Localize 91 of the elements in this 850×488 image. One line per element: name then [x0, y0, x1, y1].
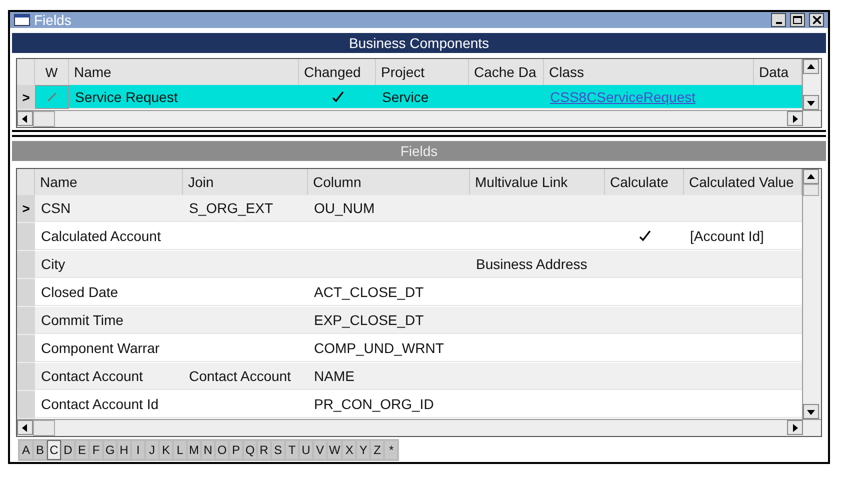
- scroll-up-button[interactable]: [803, 169, 819, 184]
- table-cell: S_ORG_EXT: [183, 195, 308, 222]
- checkmark-icon: [638, 230, 650, 242]
- scroll-left-button[interactable]: [17, 420, 33, 435]
- arrow-up-icon: [807, 62, 815, 70]
- splitter-bar[interactable]: [12, 130, 826, 137]
- corner-cell: [17, 59, 35, 85]
- table-cell: OU_NUM: [308, 195, 470, 222]
- arrow-left-icon: [21, 114, 29, 122]
- section-header: Business Components: [12, 33, 826, 53]
- table-cell: Service: [376, 85, 469, 109]
- letter-tab[interactable]: T: [285, 440, 299, 460]
- letter-tab[interactable]: X: [342, 440, 356, 460]
- letter-tab[interactable]: Z: [370, 440, 384, 460]
- letter-tab[interactable]: D: [61, 440, 75, 460]
- letter-tab[interactable]: I: [131, 440, 145, 460]
- column-header[interactable]: Class: [544, 59, 754, 85]
- arrow-up-icon: [807, 172, 815, 180]
- letter-tab[interactable]: B: [33, 440, 47, 460]
- vertical-scrollbar[interactable]: [802, 59, 821, 110]
- corner-cell: [17, 169, 35, 195]
- letter-tab[interactable]: *: [384, 440, 398, 460]
- scroll-down-button[interactable]: [803, 404, 819, 419]
- letter-tab[interactable]: G: [103, 440, 117, 460]
- window-title: Fields: [34, 12, 72, 28]
- pencil-icon: [46, 91, 58, 103]
- letter-tab[interactable]: J: [145, 440, 159, 460]
- scroll-thumb[interactable]: [33, 420, 55, 436]
- column-header[interactable]: Calculate: [605, 169, 684, 195]
- letter-tab[interactable]: L: [173, 440, 187, 460]
- column-header[interactable]: Join: [183, 169, 308, 195]
- letter-tab[interactable]: R: [257, 440, 271, 460]
- arrow-right-icon: [791, 424, 799, 432]
- table-cell: Contact Account: [35, 363, 183, 390]
- letter-tab[interactable]: Y: [356, 440, 370, 460]
- letter-tab[interactable]: P: [229, 440, 243, 460]
- arrow-left-icon: [21, 424, 29, 432]
- minimize-button[interactable]: [771, 13, 786, 27]
- letter-tab[interactable]: U: [299, 440, 313, 460]
- checkmark-icon: [332, 90, 344, 102]
- close-button[interactable]: [809, 13, 824, 27]
- arrow-down-icon: [807, 408, 815, 416]
- class-link[interactable]: CSS8CServiceRequest: [550, 88, 696, 104]
- table-cell: CSN: [35, 195, 183, 222]
- column-header[interactable]: W: [35, 59, 69, 85]
- table-cell: EXP_CLOSE_DT: [308, 307, 470, 334]
- letter-tab[interactable]: E: [75, 440, 89, 460]
- letter-tab[interactable]: H: [117, 440, 131, 460]
- column-header[interactable]: Name: [69, 59, 299, 85]
- table-cell: Service Request: [69, 85, 299, 109]
- scroll-right-button[interactable]: [787, 111, 803, 126]
- arrow-right-icon: [791, 114, 799, 122]
- column-header[interactable]: Column: [308, 169, 470, 195]
- maximize-icon: [793, 16, 802, 24]
- table-cell: Business Address: [470, 251, 605, 278]
- row-indicator[interactable]: >: [17, 195, 35, 223]
- letter-tab[interactable]: N: [201, 440, 215, 460]
- letter-tab[interactable]: Q: [243, 440, 257, 460]
- letter-tab[interactable]: F: [89, 440, 103, 460]
- scroll-thumb[interactable]: [803, 184, 819, 196]
- column-header[interactable]: Name: [35, 169, 183, 195]
- window-icon: [14, 14, 30, 26]
- table-cell: City: [35, 251, 183, 278]
- letter-tab[interactable]: C: [47, 440, 61, 460]
- column-header[interactable]: Calculated Value: [684, 169, 802, 195]
- vertical-scrollbar[interactable]: [802, 169, 821, 419]
- scroll-thumb[interactable]: [33, 111, 55, 127]
- arrow-down-icon: [807, 98, 815, 106]
- letter-tab[interactable]: W: [327, 440, 342, 460]
- scroll-down-button[interactable]: [803, 95, 819, 110]
- scroll-up-button[interactable]: [803, 59, 819, 74]
- letter-tab[interactable]: M: [187, 440, 201, 460]
- letter-tab[interactable]: O: [215, 440, 229, 460]
- column-header[interactable]: Data: [754, 59, 802, 85]
- table-cell: Commit Time: [35, 307, 183, 334]
- letter-tab[interactable]: S: [271, 440, 285, 460]
- column-header[interactable]: Multivalue Link: [470, 169, 605, 195]
- column-header[interactable]: Changed: [299, 59, 376, 85]
- close-icon: [812, 16, 820, 24]
- row-indicator[interactable]: >: [17, 85, 35, 110]
- table-cell: NAME: [308, 363, 470, 390]
- column-header[interactable]: Cache Da: [469, 59, 544, 85]
- letter-tab[interactable]: V: [313, 440, 327, 460]
- scroll-left-button[interactable]: [17, 111, 33, 126]
- letter-tab[interactable]: A: [19, 440, 33, 460]
- section-header: Fields: [12, 141, 826, 161]
- scroll-right-button[interactable]: [787, 420, 803, 435]
- maximize-button[interactable]: [790, 13, 805, 27]
- column-header[interactable]: Project: [376, 59, 469, 85]
- letter-tab[interactable]: K: [159, 440, 173, 460]
- table-cell: Contact Account: [183, 363, 308, 390]
